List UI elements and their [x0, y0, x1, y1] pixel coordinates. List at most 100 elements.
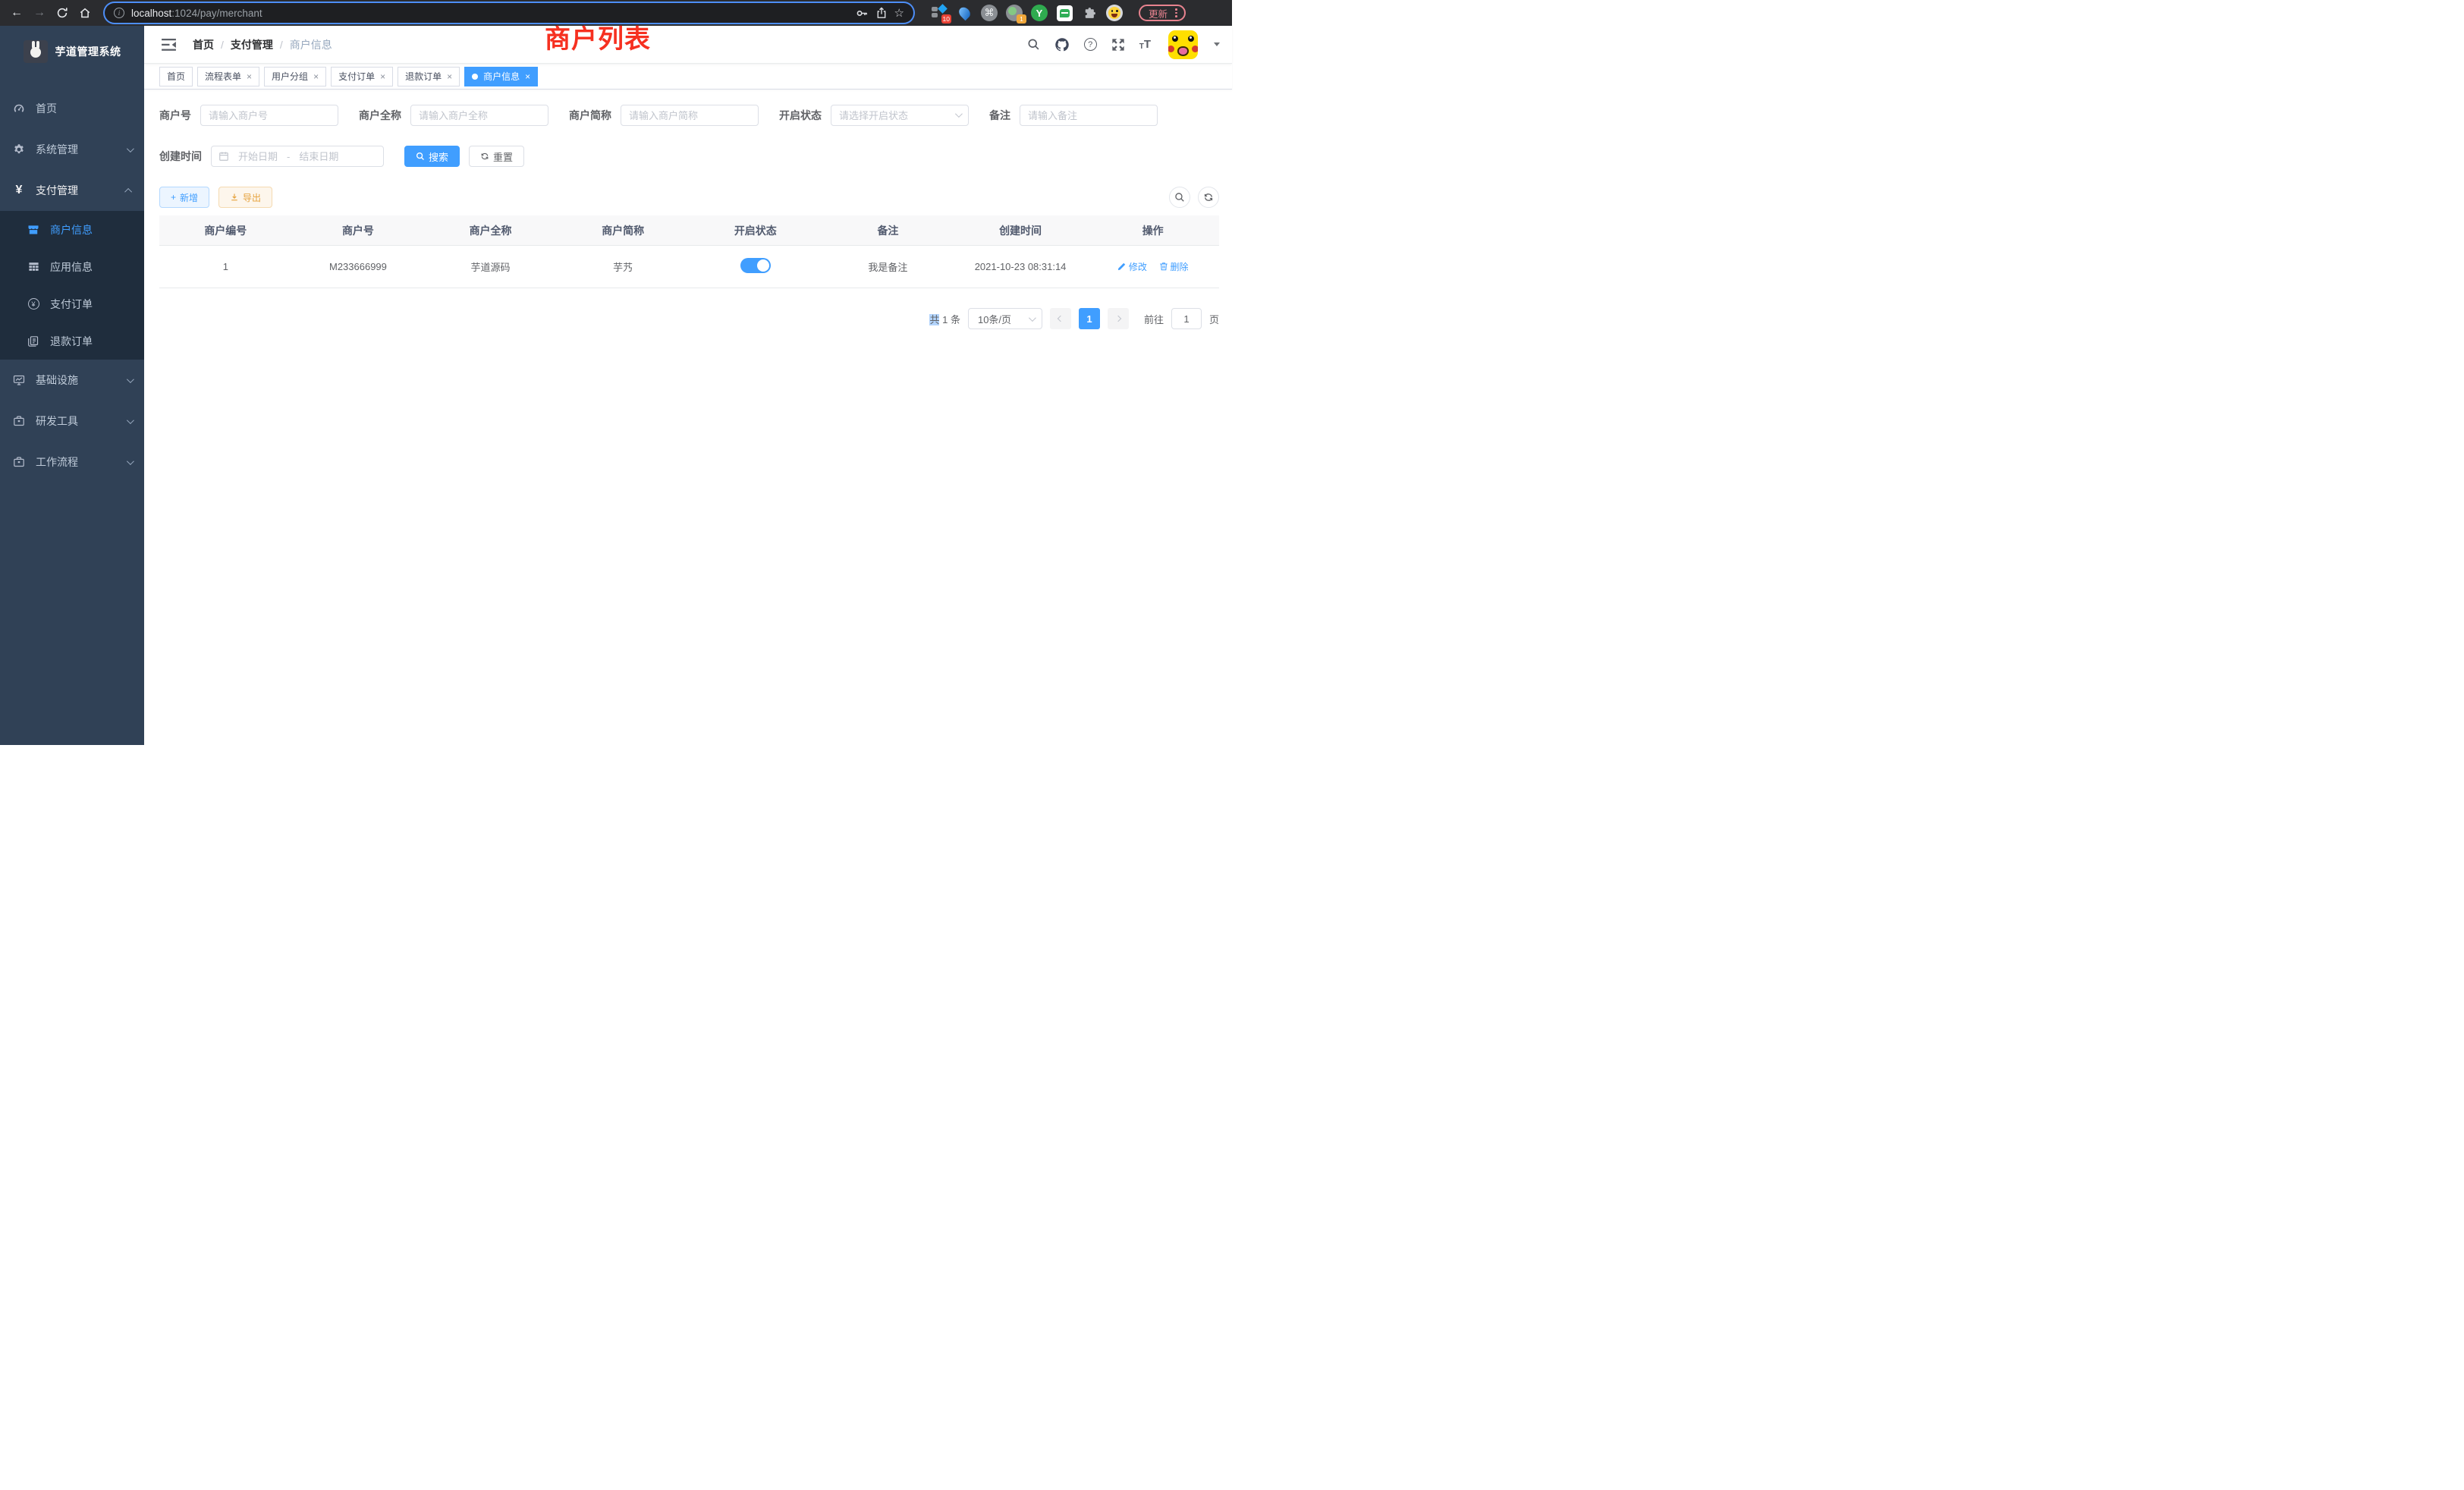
field-label: 创建时间	[159, 149, 202, 164]
date-end-input[interactable]	[294, 151, 343, 162]
sidebar-collapse-button[interactable]	[156, 26, 182, 63]
sidebar-menu: 首页 系统管理 ¥ 支付管理	[0, 88, 144, 483]
bookmark-star-icon[interactable]: ☆	[894, 6, 904, 20]
extension-status-icon[interactable]: 1	[1005, 4, 1023, 22]
avatar-caret-icon[interactable]	[1214, 42, 1220, 46]
browser-reload-button[interactable]	[53, 4, 71, 22]
col-header: 操作	[1086, 223, 1219, 238]
show-search-toggle-button[interactable]	[1169, 187, 1190, 208]
user-avatar[interactable]	[1168, 30, 1198, 59]
top-navbar: 首页 / 支付管理 / 商户信息 ?	[144, 26, 1232, 64]
extension-pin-icon[interactable]	[955, 4, 973, 22]
close-icon[interactable]: ×	[247, 71, 252, 82]
extension-command-icon[interactable]: ⌘	[980, 4, 998, 22]
browser-back-button[interactable]: ←	[8, 4, 26, 22]
full-name-input[interactable]	[410, 105, 548, 126]
sidebar-item-infrastructure[interactable]: 基础设施	[0, 360, 144, 401]
close-icon[interactable]: ×	[525, 71, 530, 82]
fullscreen-button[interactable]	[1111, 38, 1125, 52]
page-size-select[interactable]: 10条/页	[968, 308, 1042, 329]
browser-update-button[interactable]: 更新	[1139, 5, 1186, 21]
tab-label: 商户信息	[483, 70, 520, 83]
merchant-no-input[interactable]	[200, 105, 338, 126]
sidebar-item-workflow[interactable]: 工作流程	[0, 442, 144, 483]
sidebar-item-payment[interactable]: ¥ 支付管理	[0, 170, 144, 211]
extension-row: 10 ⌘ 1 Y	[930, 4, 1124, 22]
tab-refund-order[interactable]: 退款订单×	[398, 67, 460, 86]
header-search-button[interactable]	[1027, 38, 1040, 51]
share-icon[interactable]	[875, 7, 888, 19]
help-button[interactable]: ?	[1084, 38, 1097, 51]
profile-emoji-avatar[interactable]	[1105, 4, 1124, 22]
breadcrumb-separator: /	[221, 39, 224, 51]
url-path: :1024/pay/merchant	[171, 8, 262, 19]
monitor-chart-icon	[13, 374, 25, 386]
browser-menu-dots-icon[interactable]	[1175, 8, 1177, 17]
sidebar-item-pay-order[interactable]: ¥ 支付订单	[0, 285, 144, 322]
sidebar-item-dev-tools[interactable]: 研发工具	[0, 401, 144, 442]
short-name-input[interactable]	[621, 105, 759, 126]
close-icon[interactable]: ×	[380, 71, 385, 82]
field-label: 开启状态	[779, 108, 822, 123]
edit-link[interactable]: 修改	[1117, 260, 1147, 273]
extensions-puzzle-button[interactable]	[1080, 4, 1098, 22]
toolbox-icon	[13, 415, 25, 427]
date-range-picker[interactable]: -	[211, 146, 384, 167]
field-label: 商户号	[159, 108, 191, 123]
status-select-input[interactable]	[831, 105, 969, 126]
sidebar-item-system[interactable]: 系统管理	[0, 129, 144, 170]
search-button[interactable]: 搜索	[404, 146, 460, 167]
delete-link[interactable]: 删除	[1159, 260, 1189, 273]
sidebar-item-merchant-info[interactable]: 商户信息	[0, 211, 144, 248]
goto-page-input[interactable]	[1171, 308, 1202, 329]
browser-home-button[interactable]	[76, 4, 94, 22]
remark-input[interactable]	[1020, 105, 1158, 126]
url-bar[interactable]: i localhost:1024/pay/merchant ☆	[105, 3, 913, 23]
tab-user-group[interactable]: 用户分组×	[264, 67, 326, 86]
page-number-1[interactable]: 1	[1079, 308, 1100, 329]
tab-merchant-info[interactable]: 商户信息 ×	[464, 67, 538, 86]
add-button[interactable]: + 新增	[159, 187, 209, 208]
puzzle-icon	[1083, 7, 1096, 20]
refresh-icon	[480, 152, 489, 161]
sidebar-item-refund-order[interactable]: 退款订单	[0, 322, 144, 360]
tab-pay-order[interactable]: 支付订单×	[331, 67, 393, 86]
breadcrumb-payment[interactable]: 支付管理	[231, 37, 273, 52]
sidebar-item-app-info[interactable]: 应用信息	[0, 248, 144, 285]
status-select[interactable]	[831, 105, 969, 126]
refresh-table-button[interactable]	[1198, 187, 1219, 208]
yen-circle-icon: ¥	[27, 298, 39, 310]
logo-avatar	[24, 40, 48, 63]
extension-sidekick-icon[interactable]: 10	[930, 4, 948, 22]
annotation-merchant-list: 商户列表	[545, 18, 651, 55]
trash-icon	[1159, 262, 1168, 271]
extension-chat-icon[interactable]	[1055, 4, 1073, 22]
page-unit-label: 页	[1209, 312, 1219, 326]
date-start-input[interactable]	[234, 151, 282, 162]
table-header-row: 商户编号 商户号 商户全称 商户简称 开启状态 备注 创建时间 操作	[159, 215, 1219, 246]
font-size-button[interactable]: TT	[1139, 38, 1151, 51]
tab-home[interactable]: 首页	[159, 67, 193, 86]
github-button[interactable]	[1054, 37, 1070, 52]
sidebar-logo[interactable]: 芋道管理系统	[0, 26, 144, 73]
close-icon[interactable]: ×	[447, 71, 452, 82]
y-logo-icon: Y	[1031, 5, 1048, 21]
prev-page-button[interactable]	[1050, 308, 1071, 329]
status-toggle[interactable]	[740, 258, 771, 273]
calendar-icon	[218, 151, 229, 162]
close-icon[interactable]: ×	[313, 71, 319, 82]
page-info-icon[interactable]: i	[114, 8, 124, 18]
reset-button[interactable]: 重置	[469, 146, 524, 167]
tab-process-form[interactable]: 流程表单×	[197, 67, 259, 86]
password-key-icon[interactable]	[856, 7, 869, 20]
total-prefix: 共	[929, 314, 939, 325]
url-host: localhost	[131, 8, 171, 19]
browser-forward-button[interactable]: →	[30, 4, 49, 22]
cell-merchant-no: M233666999	[292, 261, 425, 272]
breadcrumb-home[interactable]: 首页	[193, 37, 214, 52]
export-button[interactable]: 导出	[218, 187, 272, 208]
extension-y-icon[interactable]: Y	[1030, 4, 1048, 22]
total-suffix: 条	[951, 314, 960, 325]
next-page-button[interactable]	[1108, 308, 1129, 329]
sidebar-item-home[interactable]: 首页	[0, 88, 144, 129]
